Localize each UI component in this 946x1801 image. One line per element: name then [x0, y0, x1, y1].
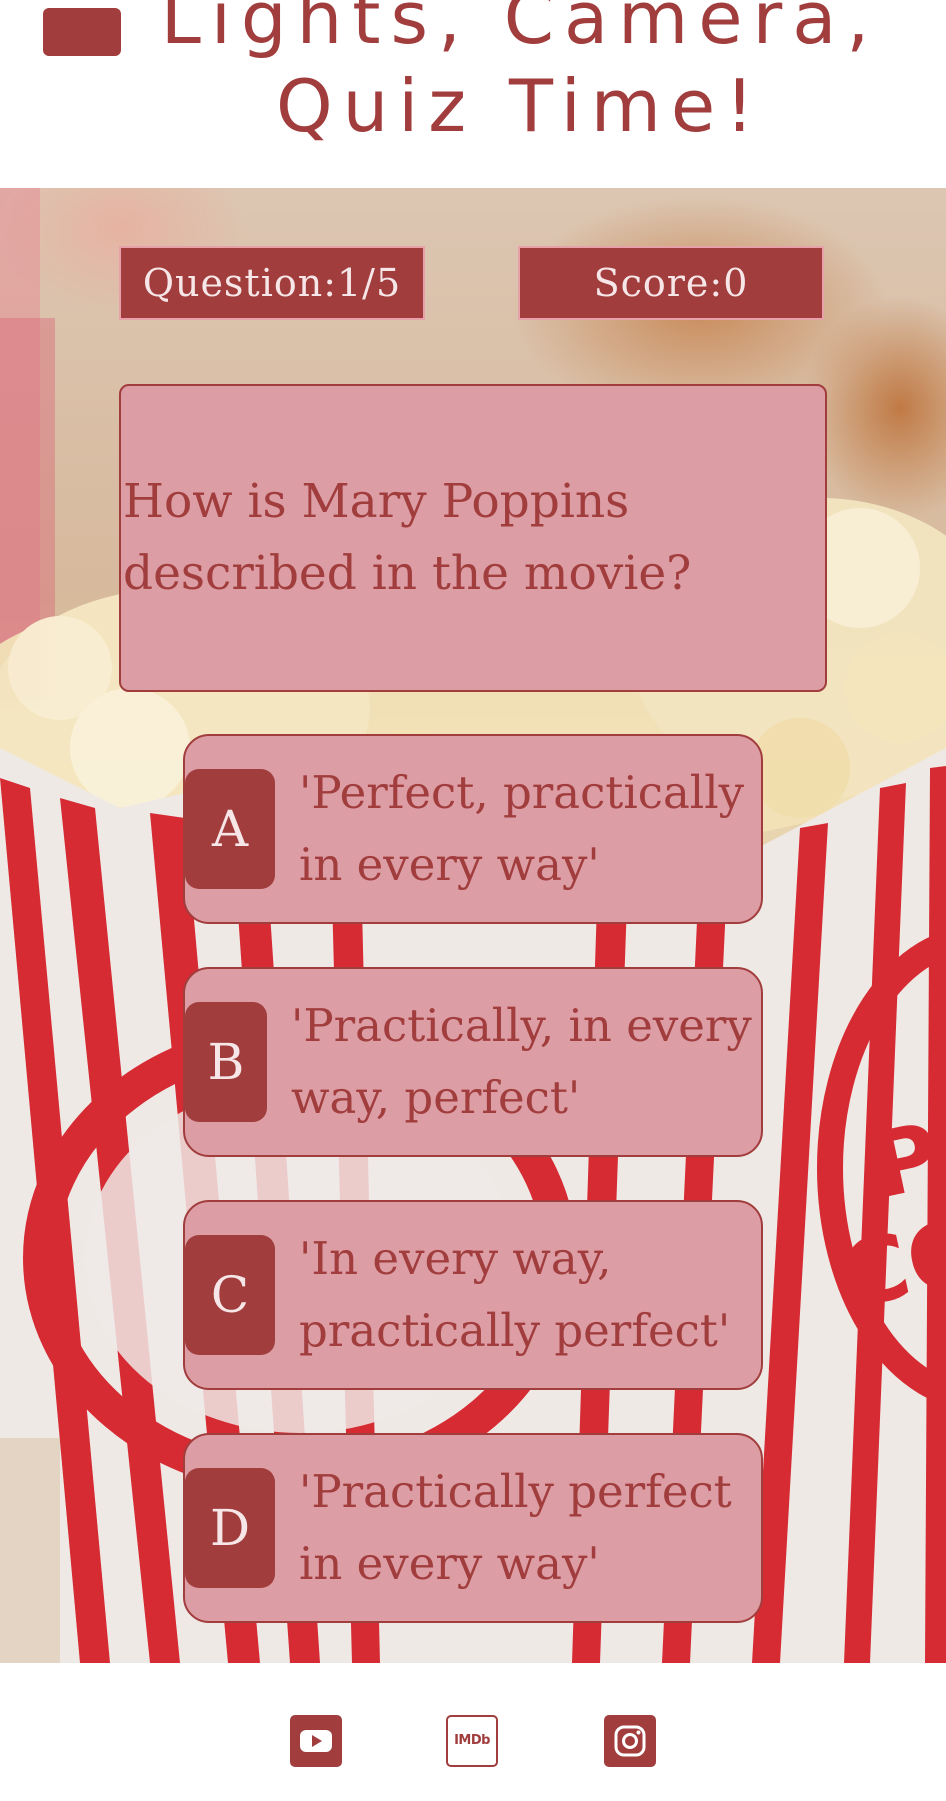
answer-text-b: 'Practically, in every way, perfect' — [291, 999, 752, 1124]
imdb-icon[interactable]: IMDb — [446, 1715, 498, 1767]
youtube-icon[interactable] — [290, 1715, 342, 1767]
answer-letter-d: D — [185, 1468, 275, 1588]
site-footer: IMDb — [0, 1663, 946, 1801]
answer-letter-c: C — [185, 1235, 275, 1355]
instagram-icon[interactable] — [604, 1715, 656, 1767]
quiz-area: PO CO Question:1/5 Score:0 How is Mary P… — [0, 188, 946, 1663]
home-button[interactable] — [43, 8, 121, 56]
question-counter: Question:1/5 — [119, 246, 425, 320]
answer-text-d: 'Practically perfect in every way' — [299, 1465, 732, 1590]
answer-option-a[interactable]: A 'Perfect, practically in every way' — [183, 734, 763, 924]
answer-option-b[interactable]: B 'Practically, in every way, perfect' — [183, 967, 763, 1157]
question-text: How is Mary Poppins described in the mov… — [123, 474, 692, 601]
score-counter: Score:0 — [518, 246, 824, 320]
answer-text-a: 'Perfect, practically in every way' — [299, 766, 745, 891]
answer-letter-b: B — [185, 1002, 267, 1122]
site-title: Lights, Camera, Quiz Time! — [160, 0, 880, 148]
answer-letter-a: A — [185, 769, 275, 889]
answer-option-d[interactable]: D 'Practically perfect in every way' — [183, 1433, 763, 1623]
question-card: How is Mary Poppins described in the mov… — [119, 384, 827, 692]
answer-text-c: 'In every way, practically perfect' — [299, 1232, 731, 1357]
site-header: Lights, Camera, Quiz Time! — [0, 0, 946, 188]
answer-option-c[interactable]: C 'In every way, practically perfect' — [183, 1200, 763, 1390]
